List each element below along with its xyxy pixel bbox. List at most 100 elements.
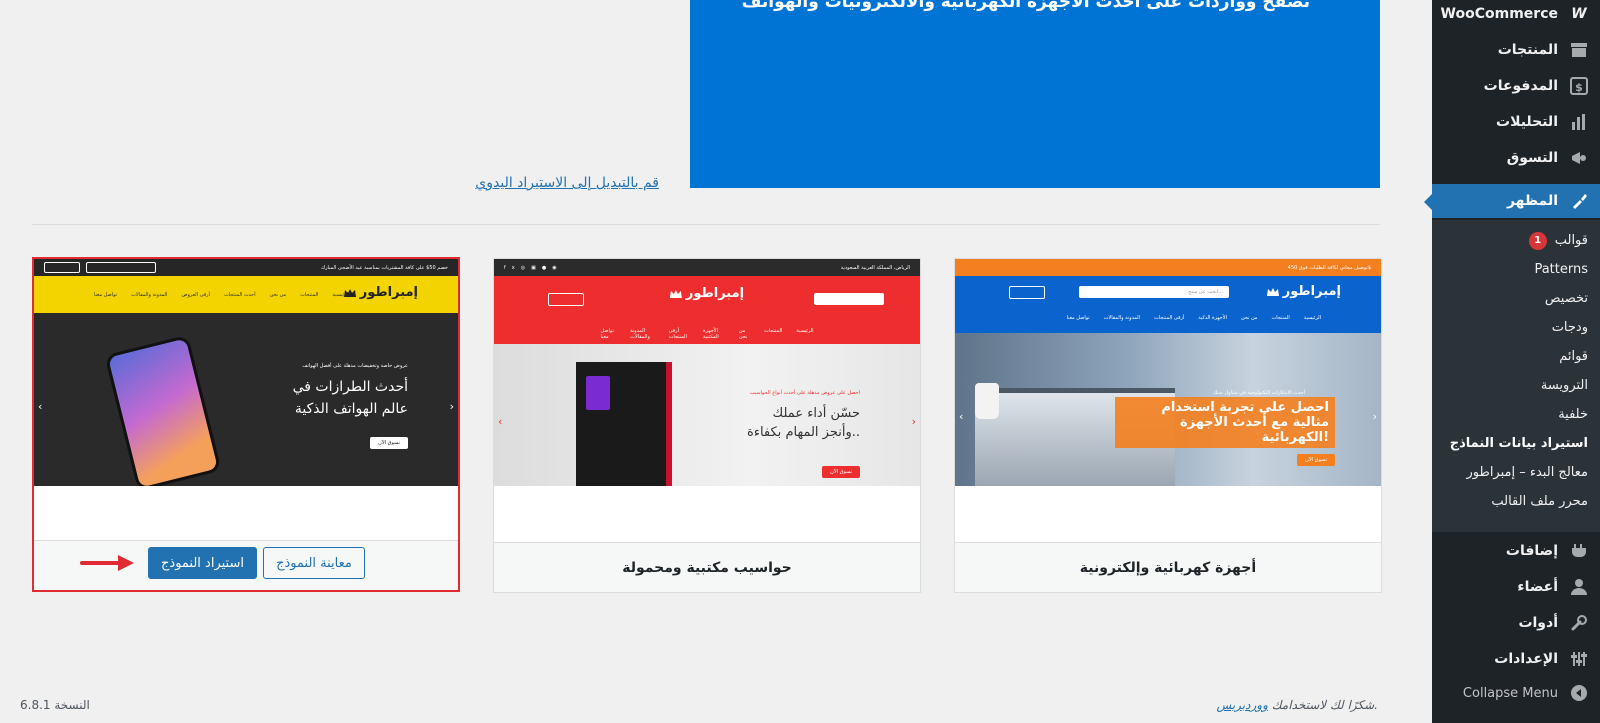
card-footer: أجهزة كهربائية وإلكترونية [955,542,1381,592]
site-nav: الرئيسية المنتجات من نحن الأجهزة المكتبية أر… [600,328,814,340]
manual-import-link[interactable]: قم بالتبديل إلى الاستيراد اليدوي [475,175,659,191]
phone-image [104,334,222,486]
submenu-header[interactable]: الترويسة [1432,371,1600,400]
utensil-jar [975,383,999,419]
hero-headline-2: مثالية مع أحدث الأجهزة الكهربائية! [1179,415,1329,445]
menu-marketing[interactable]: التسوق [1432,140,1600,176]
arrow-right-icon [80,555,134,571]
wrench-icon [1568,613,1590,633]
submenu-menus[interactable]: قوائم [1432,342,1600,371]
hero-headline-box: أحدث الطرازات في عالم الهواتف الذكية [293,379,408,417]
archive-icon [1568,40,1590,60]
submenu-theme-editor[interactable]: محرر ملف القالب [1432,487,1600,516]
template-screenshot: خصم 50$ على كافة المشتريات بمناسبة عيد ا… [34,259,458,486]
site-logo: إمبراطور [343,285,418,300]
template-name: أجهزة كهربائية وإلكترونية [1079,559,1257,576]
topbar-text: توصيل مجاني لكافة الطلبات فوق 450$ [1287,264,1371,271]
collapse-icon [1568,683,1590,703]
submenu-demo-import[interactable]: استيراد بيانات النماذج [1432,429,1600,458]
megaphone-icon [1568,148,1590,168]
card-footer: حواسيب مكتبية ومحمولة [494,542,920,592]
submenu-themes[interactable]: قوالب 1 [1432,226,1600,255]
topbar-text: خصم 50$ على كافة المشتريات بمناسبة عيد ا… [320,264,448,271]
submenu-patterns[interactable]: Patterns [1432,255,1600,284]
site-search: ابحث عن منتج... [1079,286,1229,298]
hero-eyebrow: عروض خاصة وتخفيضات مذهلة على أفضل الهوات… [302,363,408,369]
plugin-icon [1568,541,1590,561]
hero-headline-1: أحدث الطرازات في [292,379,408,395]
crown-icon [1266,287,1279,296]
footer-thanks: شكرًا لك لاستخدامك ووردبريس. [1216,698,1378,712]
crown-icon [669,289,682,298]
site-header: إمبراطور ابحث عن منتج... الرئيسية المنتجا… [955,276,1381,333]
appearance-submenu: قوالب 1 Patterns تخصيص ودجات قوائم الترو… [1432,220,1600,532]
collapse-menu[interactable]: Collapse Menu [1432,675,1600,711]
hero-headline-box: احصل على تجربة استخدام مثالية مع أحدث ال… [1115,397,1335,448]
menu-analytics[interactable]: التحليلات [1432,104,1600,140]
site-cart-button [1009,286,1045,299]
payments-icon: $ [1568,76,1590,96]
hero-eyebrow: احصل على عروض مذهلة على أحدث أنواع الحوا… [749,390,860,396]
site-topbar: خصم 50$ على كافة المشتريات بمناسبة عيد ا… [34,259,458,276]
pc-fan-glow [586,376,610,410]
menu-users[interactable]: أعضاء [1432,569,1600,605]
template-name: حواسيب مكتبية ومحمولة [622,559,792,576]
submenu-widgets[interactable]: ودجات [1432,313,1600,342]
template-screenshot: توصيل مجاني لكافة الطلبات فوق 450$ إمبرا… [955,259,1381,486]
settings-icon [1568,649,1590,669]
site-hero: عروض خاصة وتخفيضات مذهلة على أفضل الهوات… [34,313,458,486]
topbar-text: الرياض، المملكة العربية السعودية [840,264,910,271]
template-screenshot: f x ◎ ▣ ● ◉ الرياض، المملكة العربية السعودية … [494,259,920,486]
svg-text:$: $ [1575,81,1583,94]
chevron-right-icon: › [911,415,916,428]
hero-headline-2: وأنجز المهام بكفاءة.. [747,425,860,440]
users-icon [1568,577,1590,597]
submenu-background[interactable]: خلفية [1432,400,1600,429]
submenu-setup-wizard[interactable]: معالج البدء – إمبراطور [1432,458,1600,487]
hero-headline-box: حسّن أداء عملك وأنجز المهام بكفاءة.. [747,406,860,440]
menu-plugins[interactable]: إضافات [1432,533,1600,569]
hero-headline-2: عالم الهواتف الذكية [294,401,408,417]
social-icons: f x ◎ ▣ ● ◉ [504,264,557,271]
submenu-customize[interactable]: تخصيص [1432,284,1600,313]
template-card-computers[interactable]: f x ◎ ▣ ● ◉ الرياض، المملكة العربية السعودية … [493,258,921,593]
pc-tower-image [576,362,672,486]
hero-cta: تسوق الآن [822,466,860,478]
template-preview-banner: تصفح وواردات على أحدث الأجهزة الكهربائية… [690,0,1380,188]
preview-template-button[interactable]: معاينة النموذج [263,547,365,579]
site-logo: إمبراطور [669,286,744,301]
menu-payments[interactable]: $ المدفوعات [1432,68,1600,104]
chevron-left-icon: ‹ [38,399,43,413]
site-topbar: توصيل مجاني لكافة الطلبات فوق 450$ [955,259,1381,276]
chevron-left-icon: ‹ [959,409,964,423]
menu-products[interactable]: المنتجات [1432,32,1600,68]
site-hero: احصل على عروض مذهلة على أحدث أنواع الحوا… [494,344,920,486]
site-logo: إمبراطور [1266,284,1341,299]
update-badge: 1 [1528,231,1547,250]
hero-headline-1: احصل على تجربة استخدام [1161,400,1329,415]
admin-sidebar: W WooCommerce المنتجات $ المدفوعات التحل… [1424,0,1600,723]
site-topbar: f x ◎ ▣ ● ◉ الرياض، المملكة العربية السعودية [494,259,920,276]
menu-woocommerce[interactable]: W WooCommerce [1432,0,1600,32]
wordpress-link[interactable]: ووردبريس [1217,698,1268,712]
menu-tools[interactable]: أدوات [1432,605,1600,641]
template-card-electronics[interactable]: توصيل مجاني لكافة الطلبات فوق 450$ إمبرا… [954,258,1382,593]
hero-cta: تسوق الآن [1297,454,1335,466]
site-hero: أحدث الابتكارات التكنولوجية في متناول يد… [955,333,1381,486]
menu-appearance[interactable]: المظهر [1424,184,1600,218]
site-cart-button [548,293,584,306]
hero-cta: تسوق الآن [370,437,408,449]
site-cart-button [44,262,80,273]
menu-settings[interactable]: الإعدادات [1432,641,1600,677]
site-header: إمبراطور الرئيسية المنتجات من نحن الأجهزة ا… [494,276,920,344]
footer-version: النسخة 6.8.1 [20,698,90,712]
site-nav: الرئيسية المنتجات من نحن الأجهزة الذكية أرقى… [1066,315,1321,321]
banner-text: تصفح وواردات على أحدث الأجهزة الكهربائية… [741,0,1310,12]
chevron-right-icon: › [1372,409,1377,423]
import-template-button[interactable]: استيراد النموذج [148,547,257,579]
template-card-phones[interactable]: خصم 50$ على كافة المشتريات بمناسبة عيد ا… [32,257,460,592]
brush-icon [1568,191,1590,211]
chevron-left-icon: ‹ [498,415,503,428]
site-header: إمبراطور الرئيسية المنتجات من نحن أحدث المن… [34,276,458,313]
hero-eyebrow: أحدث الابتكارات التكنولوجية في متناول يد… [1213,390,1305,396]
